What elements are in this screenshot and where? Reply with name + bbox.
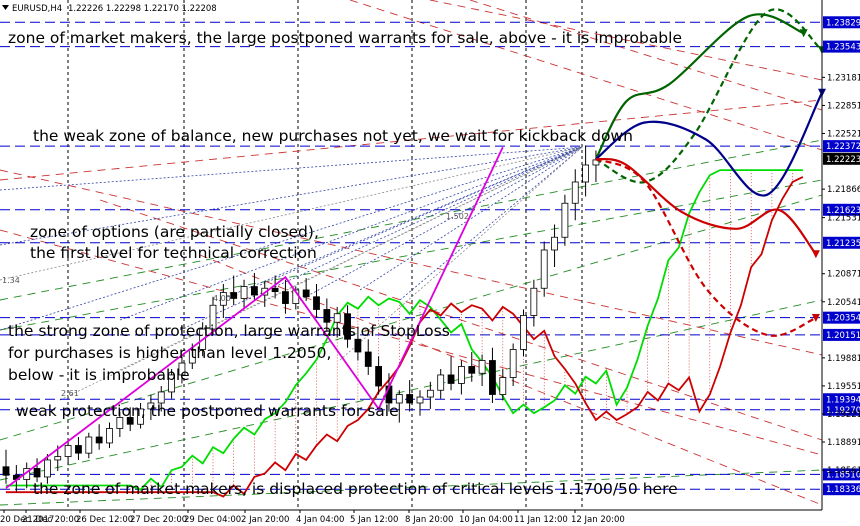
current-price-label: 1.22223 <box>826 155 860 165</box>
annotation-options-zone: zone of options (are partially closed), <box>30 223 319 241</box>
annotation-market-makers-bottom: the zone of market makers, is displaced … <box>33 480 678 498</box>
price-tick-label: 1.23181 <box>827 73 860 83</box>
price-tick-label: 1.18891 <box>827 438 860 448</box>
level-price-label: 1.20354 <box>826 314 860 324</box>
annotation-weak-protection: weak protection, the postponed warrants … <box>16 402 399 420</box>
candle-body <box>44 459 51 478</box>
level-price-label: 1.22372 <box>826 142 860 152</box>
level-price-label: 1.20151 <box>826 331 860 341</box>
candle-body <box>33 468 41 478</box>
chart-container: zone of market makers, the large postpon… <box>0 0 860 526</box>
annotation-market-makers-top: zone of market makers, the large postpon… <box>8 29 682 47</box>
candle-body <box>509 349 517 378</box>
price-tick-label: 1.22521 <box>827 129 860 139</box>
candle-body <box>457 366 465 384</box>
level-price-label: 1.23543 <box>826 43 860 53</box>
chart-header: EURUSD,H4 1.22226 1.22298 1.22170 1.2220… <box>2 4 217 14</box>
price-tick-label: 1.19221 <box>827 410 860 420</box>
forex-chart[interactable]: zone of market makers, the large postpon… <box>0 0 860 526</box>
price-tick-label: 1.19551 <box>827 382 860 392</box>
header-symbol: EURUSD,H4 <box>12 4 62 14</box>
candle-body <box>468 366 476 374</box>
time-tick-label: 27 Dec 20:00 <box>130 515 187 525</box>
candle-body <box>499 377 507 395</box>
time-tick-label: 12 Jan 20:00 <box>571 515 625 525</box>
candle-body <box>75 445 82 454</box>
time-tick-label: 2 Jan 20:00 <box>241 515 289 525</box>
candle-body <box>447 374 455 384</box>
candle-body <box>354 338 362 353</box>
candle-body <box>561 202 569 238</box>
price-tick-label: 1.19881 <box>827 354 860 364</box>
time-tick-label: 8 Jan 20:00 <box>405 515 453 525</box>
candle-body <box>250 286 258 296</box>
candle-body <box>54 456 62 461</box>
candle-body <box>230 292 238 299</box>
fib-label-4: 2.61 <box>61 389 79 398</box>
annotation-first-correction: the first level for technical correction <box>30 244 317 262</box>
candle-body <box>282 291 289 304</box>
candle-body <box>551 236 558 251</box>
fib-label-2: 1.34 <box>2 276 20 285</box>
annotation-strong-protection-2: for purchases is higher than level 1.205… <box>8 344 331 362</box>
fib-label-1: 1.502 <box>446 212 469 221</box>
price-tick-label: 1.18561 <box>827 466 860 476</box>
candle-body <box>64 445 72 457</box>
price-tick-label: 1.20871 <box>827 270 860 280</box>
price-tick-label: 1.21531 <box>827 214 860 224</box>
time-tick-label: 10 Jan 04:00 <box>459 515 513 525</box>
candle-body <box>520 315 527 350</box>
candle-body <box>240 286 248 299</box>
candle-body <box>106 428 113 444</box>
candle-body <box>437 374 445 391</box>
candle-body <box>333 313 341 323</box>
candle-body <box>571 181 579 204</box>
candle-body <box>406 394 414 404</box>
candle-body <box>375 366 383 387</box>
candle-body <box>95 436 103 444</box>
price-tick-label: 1.22851 <box>827 101 860 111</box>
candle-body <box>489 360 496 395</box>
price-tick-label: 1.20541 <box>827 298 860 308</box>
candle-body <box>478 360 486 374</box>
candle-body <box>271 287 279 293</box>
time-tick-label: 4 Jan 04:00 <box>296 515 344 525</box>
time-tick-label: 26 Dec 12:00 <box>76 515 133 525</box>
annotation-strong-protection-3: below - it is improbable <box>8 366 190 384</box>
candle-body <box>2 466 10 476</box>
chart-background <box>0 0 860 526</box>
candle-body <box>323 309 331 323</box>
level-price-label: 1.18336 <box>826 485 860 495</box>
candle-body <box>302 289 310 298</box>
time-tick-label: 21 Dec 20:00 <box>22 515 79 525</box>
annotation-weak-balance: the weak zone of balance, new purchases … <box>33 127 633 145</box>
level-price-label: 1.19394 <box>826 395 860 405</box>
candle-body <box>364 351 372 367</box>
level-price-label: 1.21235 <box>826 239 860 249</box>
candle-body <box>313 296 320 310</box>
price-tick-label: 1.21866 <box>827 185 860 195</box>
candle-body <box>85 436 93 454</box>
header-quote: 1.22226 1.22298 1.22170 1.22208 <box>68 4 217 14</box>
time-tick-label: 11 Jan 12:00 <box>514 515 568 525</box>
annotation-strong-protection-1: the strong zone of protection, large war… <box>8 322 450 340</box>
fib-label-3: 4.00 <box>213 294 231 303</box>
time-tick-label: 29 Dec 04:00 <box>184 515 241 525</box>
time-tick-label: 5 Jan 12:00 <box>350 515 398 525</box>
level-price-label: 1.23829 <box>826 18 860 28</box>
candle-body <box>530 287 538 316</box>
candle-body <box>426 389 434 398</box>
candle-body <box>540 249 548 289</box>
candle-body <box>582 164 589 183</box>
candle-body <box>416 396 424 404</box>
